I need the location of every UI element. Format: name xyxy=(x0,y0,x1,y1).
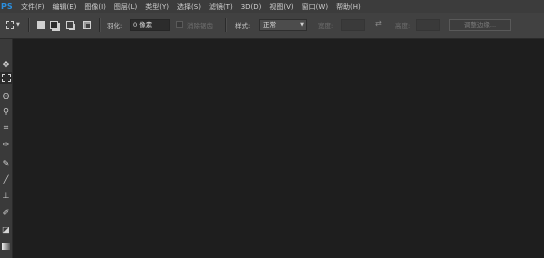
photoshop-logo: PS xyxy=(1,2,13,11)
healing-brush-tool-icon[interactable]: ✎ xyxy=(0,157,12,169)
menu-3d[interactable]: 3D(D) xyxy=(241,3,262,11)
move-tool-icon[interactable]: ✥ xyxy=(0,58,12,70)
menu-file[interactable]: 文件(F) xyxy=(21,2,45,12)
menu-edit[interactable]: 编辑(E) xyxy=(53,2,77,12)
menu-image[interactable]: 图像(I) xyxy=(84,2,106,12)
quick-selection-tool-icon[interactable]: ⚲ xyxy=(0,105,12,117)
chevron-down-icon: ▼ xyxy=(300,22,304,28)
brush-tool-icon[interactable]: ╱ xyxy=(0,173,12,185)
refine-edge-button[interactable]: 调整边缘... xyxy=(449,19,511,31)
feather-input[interactable]: 0 像素 xyxy=(130,19,170,31)
width-label: 宽度: xyxy=(318,22,334,30)
new-selection-icon[interactable] xyxy=(37,21,45,29)
crop-tool-icon[interactable]: ⌗ xyxy=(0,122,12,134)
subtract-from-selection-icon[interactable] xyxy=(66,21,74,29)
antialias-checkbox[interactable] xyxy=(176,21,183,28)
add-to-selection-icon[interactable] xyxy=(50,21,58,29)
swap-icon[interactable]: ⇄ xyxy=(375,19,382,28)
gradient-tool-icon[interactable] xyxy=(0,240,12,252)
marquee-preset-icon[interactable] xyxy=(6,21,14,29)
history-brush-tool-icon[interactable]: ✐ xyxy=(0,206,12,218)
clone-stamp-tool-icon[interactable]: ⊥ xyxy=(0,189,12,201)
gradient-swatch xyxy=(2,242,10,250)
height-input[interactable] xyxy=(416,19,440,31)
menu-filter[interactable]: 滤镜(T) xyxy=(209,2,233,12)
menu-bar: PS 文件(F) 编辑(E) 图像(I) 图层(L) 类型(Y) 选择(S) 滤… xyxy=(0,0,544,13)
options-bar: ▼ 羽化: 0 像素 消除锯齿 样式: 正常 ▼ 宽度: ⇄ 高度: 调整边缘.… xyxy=(0,13,544,39)
lasso-tool-icon[interactable]: ʘ xyxy=(0,90,12,102)
menu-window[interactable]: 窗口(W) xyxy=(302,2,328,12)
menu-view[interactable]: 视图(V) xyxy=(269,2,293,12)
rectangular-marquee-tool-icon[interactable] xyxy=(0,72,12,84)
marquee-shape xyxy=(1,74,11,82)
eraser-tool-icon[interactable]: ◪ xyxy=(0,223,12,235)
menu-type[interactable]: 类型(Y) xyxy=(145,2,169,12)
menu-help[interactable]: 帮助(H) xyxy=(336,2,361,12)
style-select-value: 正常 xyxy=(263,21,276,29)
style-label: 样式: xyxy=(235,22,251,30)
width-input[interactable] xyxy=(341,19,365,31)
menu-layer[interactable]: 图层(L) xyxy=(114,2,137,12)
divider xyxy=(28,18,30,32)
workspace-area[interactable] xyxy=(13,39,544,258)
chevron-down-icon[interactable]: ▼ xyxy=(16,22,20,28)
eyedropper-tool-icon[interactable]: ✑ xyxy=(0,138,12,150)
menu-select[interactable]: 选择(S) xyxy=(177,2,201,12)
tools-panel: ✥ ʘ ⚲ ⌗ ✑ ✎ ╱ ⊥ ✐ ◪ xyxy=(0,39,13,258)
feather-label: 羽化: xyxy=(107,22,123,30)
style-select[interactable]: 正常 ▼ xyxy=(259,19,307,31)
height-label: 高度: xyxy=(395,22,411,30)
divider xyxy=(99,18,101,32)
divider xyxy=(225,18,227,32)
intersect-selection-icon[interactable] xyxy=(83,21,91,29)
antialias-label: 消除锯齿 xyxy=(187,22,213,30)
